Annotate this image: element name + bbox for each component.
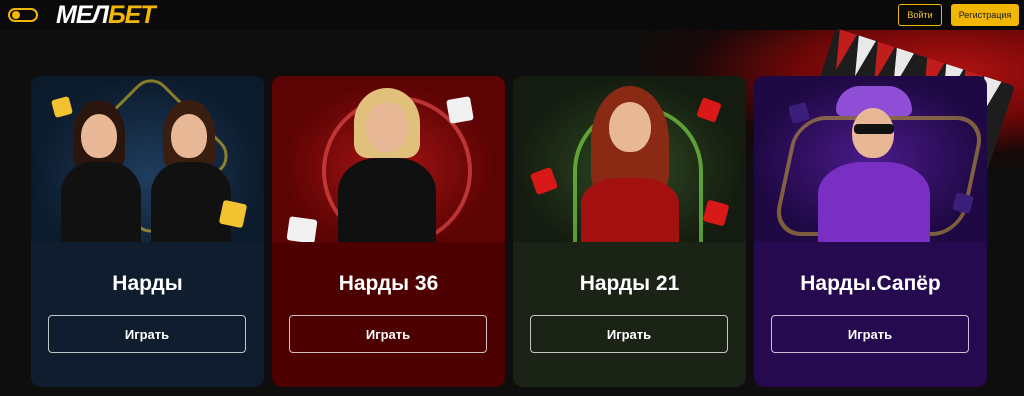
toggle-knob (12, 11, 20, 19)
play-button[interactable]: Играть (530, 315, 728, 353)
game-card-image (513, 76, 746, 242)
logo-text-yellow: БЕТ (107, 1, 156, 29)
game-card-image (272, 76, 505, 242)
top-header: МЕЛБЕТ Войти Регистрация (0, 0, 1024, 30)
register-button[interactable]: Регистрация (951, 4, 1019, 26)
play-button[interactable]: Играть (771, 315, 969, 353)
play-button[interactable]: Играть (289, 315, 487, 353)
dice-icon (702, 199, 730, 227)
game-card-nardy[interactable]: Нарды Играть (31, 76, 264, 387)
logo[interactable]: МЕЛБЕТ (56, 1, 156, 29)
dice-icon (446, 96, 474, 124)
game-card-nardy-21[interactable]: Нарды 21 Играть (513, 76, 746, 387)
login-button[interactable]: Войти (898, 4, 942, 26)
game-title: Нарды 36 (338, 272, 439, 295)
dice-icon (787, 101, 811, 125)
game-card-image (31, 76, 264, 242)
game-card-nardy-36[interactable]: Нарды 36 Играть (272, 76, 505, 387)
game-card-image (754, 76, 987, 242)
logo-text-white: МЕЛ (56, 1, 109, 29)
play-button[interactable]: Играть (48, 315, 246, 353)
theme-toggle[interactable] (8, 8, 38, 22)
game-title: Нарды.Сапёр (800, 272, 941, 295)
dice-icon (529, 166, 559, 196)
game-title: Нарды 21 (579, 272, 680, 295)
game-title: Нарды (112, 272, 183, 295)
dice-icon (286, 216, 318, 242)
game-card-nardy-saper[interactable]: Нарды.Сапёр Играть (754, 76, 987, 387)
dice-icon (218, 199, 248, 229)
dice-icon (696, 97, 722, 123)
